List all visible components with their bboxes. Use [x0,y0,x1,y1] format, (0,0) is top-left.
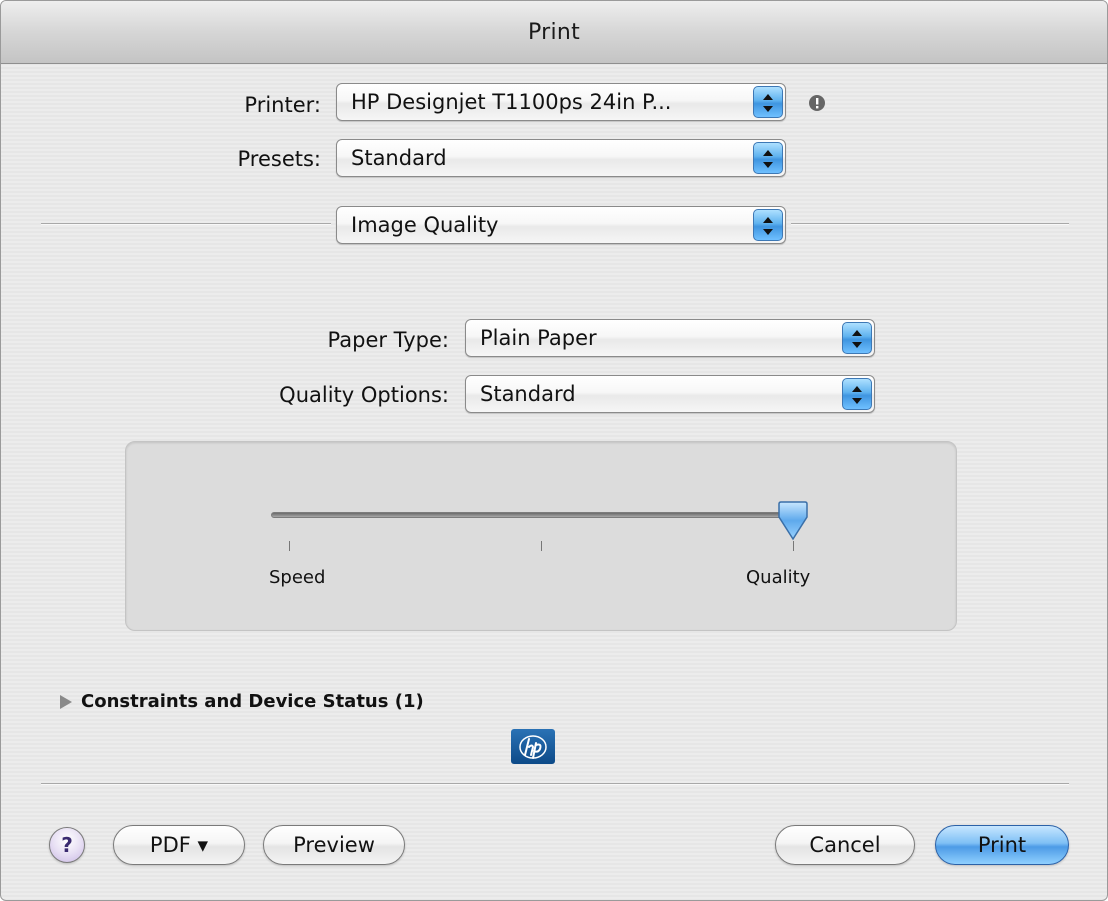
panel-popup[interactable]: Image Quality [336,206,786,244]
slider-tick [793,541,794,551]
printer-popup[interactable]: HP Designjet T1100ps 24in P... [336,83,786,121]
paper-type-label: Paper Type: [327,328,449,352]
quality-options-label: Quality Options: [279,383,449,407]
presets-popup[interactable]: Standard [336,139,786,177]
cancel-button[interactable]: Cancel [775,825,915,865]
preview-button[interactable]: Preview [263,825,405,865]
slider-tick [541,541,542,551]
presets-label: Presets: [237,147,322,171]
printer-label: Printer: [244,93,321,117]
separator-right [791,223,1069,225]
quality-options-value: Standard [480,382,576,406]
hp-logo [511,729,555,764]
slider-min-label: Speed [269,567,326,588]
disclosure-triangle-icon [60,694,72,709]
popup-arrows-icon [753,209,783,241]
popup-arrows-icon [753,86,783,118]
presets-value: Standard [351,146,447,170]
title-bar[interactable]: Print [1,1,1107,64]
print-button[interactable]: Print [935,825,1069,865]
hp-logo-icon [519,734,547,759]
print-dialog: Print Printer: HP Designjet T1100ps 24in… [0,0,1108,901]
slider-max-label: Quality [746,567,811,588]
warning-icon [809,95,825,111]
slider-track[interactable] [271,512,807,518]
quality-options-popup[interactable]: Standard [465,375,875,413]
quality-slider-panel [125,441,957,631]
pdf-button[interactable]: PDF ▾ [113,825,245,865]
printer-value: HP Designjet T1100ps 24in P... [351,90,672,114]
dialog-title: Print [527,19,581,45]
popup-arrows-icon [753,142,783,174]
slider-tick [289,541,290,551]
slider-thumb[interactable] [776,501,810,541]
help-button[interactable]: ? [49,827,85,863]
separator-left [41,223,331,225]
panel-value: Image Quality [351,213,499,237]
bottom-separator [41,783,1069,785]
paper-type-popup[interactable]: Plain Paper [465,319,875,357]
popup-arrows-icon [842,322,872,354]
popup-arrows-icon [842,378,872,410]
constraints-disclosure[interactable]: Constraints and Device Status (1) [57,691,424,712]
disclosure-label: Constraints and Device Status (1) [81,691,424,712]
paper-type-value: Plain Paper [480,326,597,350]
